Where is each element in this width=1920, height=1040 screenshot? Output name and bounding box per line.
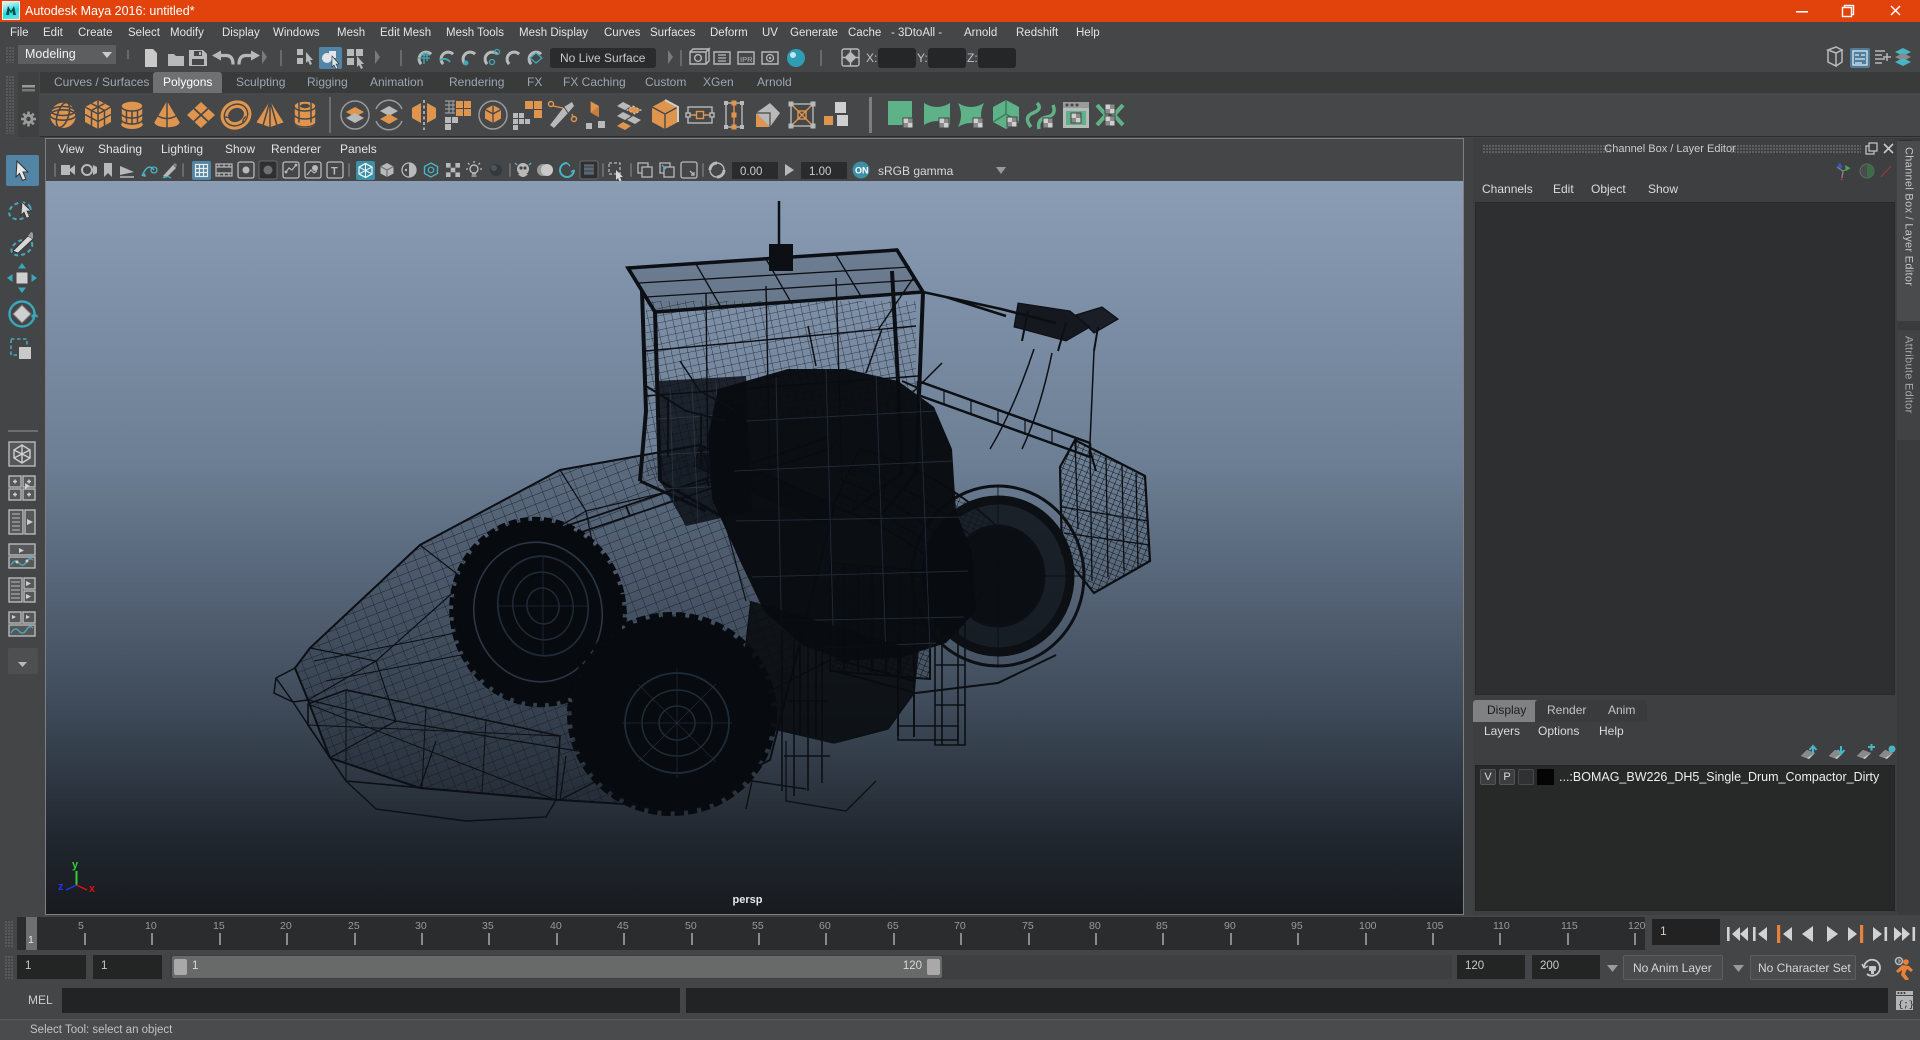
svg-text:No Live Surface: No Live Surface — [560, 51, 646, 65]
svg-text:Y:: Y: — [917, 51, 928, 65]
svg-text:0.00: 0.00 — [740, 166, 762, 178]
svg-text:z: z — [58, 881, 64, 892]
svg-text:{;}: {;} — [1898, 1000, 1914, 1010]
svg-text:sRGB gamma: sRGB gamma — [878, 164, 954, 178]
svg-text:x: x — [89, 883, 95, 892]
svg-text:Z:: Z: — [967, 51, 978, 65]
svg-text:y: y — [72, 859, 79, 871]
svg-text:1.00: 1.00 — [809, 166, 831, 178]
svg-text:IPR: IPR — [740, 55, 753, 64]
svg-text:X:: X: — [866, 51, 877, 65]
svg-text:T: T — [331, 166, 338, 178]
svg-text:ON: ON — [855, 166, 869, 176]
